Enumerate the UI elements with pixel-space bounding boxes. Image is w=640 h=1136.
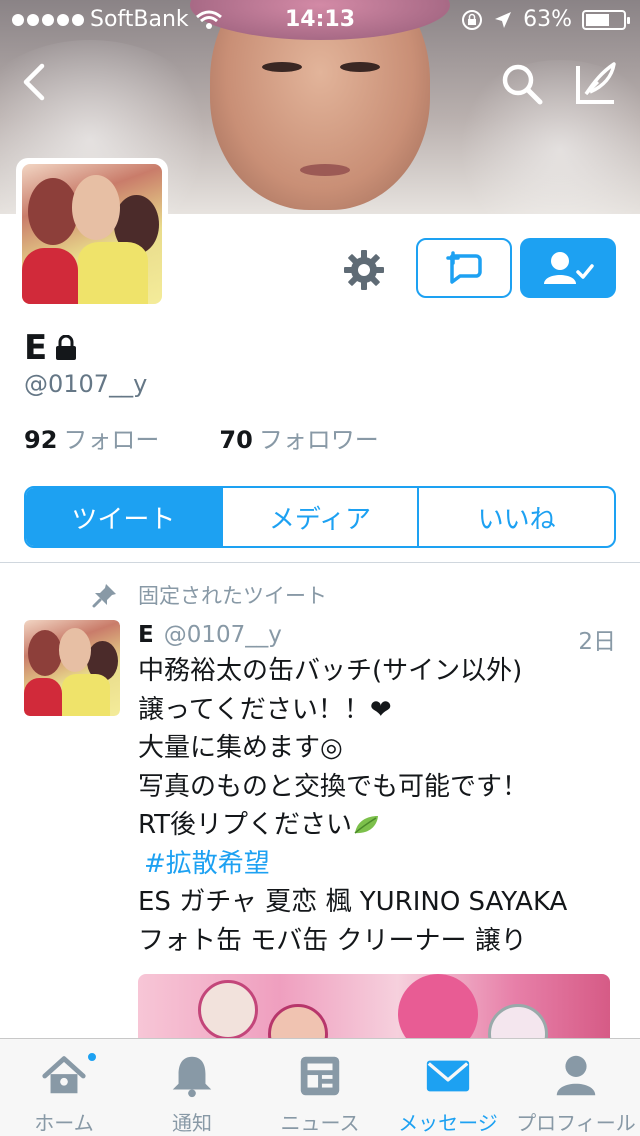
banner-photo-eye [262,62,302,72]
chevron-left-icon[interactable] [14,60,54,104]
envelope-icon [426,1060,470,1092]
tweet-line: 譲ってください！！❤ [138,694,392,725]
tab-tweets[interactable]: ツイート [26,488,221,546]
tweet-line: RT後リプください [138,810,353,840]
pinned-tweet-label: 固定されたツイート [92,580,327,610]
banner-photo-eye [340,62,380,72]
gear-icon[interactable] [340,246,388,294]
rotation-lock-icon [462,9,483,30]
person-icon [556,1055,596,1096]
direct-message-button[interactable] [416,238,512,298]
following-count[interactable]: 92 フォロー [24,420,159,455]
tab-notifications[interactable]: 通知 [128,1039,256,1136]
tab-media[interactable]: メディア [220,488,418,546]
tweet-line: 写真のものと交換でも可能です！ [138,771,529,802]
following-button[interactable] [520,238,616,298]
tab-label: ニュース [280,1111,360,1135]
tab-profile[interactable]: プロフィール [512,1039,640,1136]
tweet-line: 大量に集めます◎ [138,733,343,763]
status-right: 63% [461,7,630,32]
tab-label: メッセージ [398,1111,498,1135]
tweet-line: ES ガチャ 夏恋 楓 YURINO SAYAKA [138,887,568,917]
news-icon [300,1056,340,1096]
battery-icon [582,9,630,30]
tweet-text[interactable]: 中務裕太の缶バッチ(サイン以外) 譲ってください！！❤ 大量に集めます◎ 写真の… [138,652,616,960]
tab-messages[interactable]: メッセージ [384,1039,512,1136]
avatar-photo [22,164,162,304]
hashtag-link[interactable]: #拡散希望 [138,845,616,884]
tweet-author-handle[interactable]: @0107__y [164,622,282,656]
tweet-media-image[interactable] [138,974,610,1044]
avatar-photo [24,620,120,716]
compose-icon[interactable] [572,60,620,108]
tab-likes[interactable]: いいね [417,488,614,546]
tab-label: プロフィール [516,1111,636,1135]
tweet-avatar[interactable] [24,620,120,716]
divider [0,562,640,563]
pinned-label-text: 固定されたツイート [138,584,327,608]
tweet-line: 中務裕太の缶バッチ(サイン以外) [138,656,523,686]
tab-news[interactable]: ニュース [256,1039,384,1136]
tab-label: 通知 [172,1111,212,1135]
tweet-line: フォト缶 モバ缶 クリーナー 譲り [138,925,527,956]
status-bar: SoftBank 14:13 63% [0,0,640,40]
tweet-line-with-emoji: RT後リプください [138,806,616,845]
tweet-header: E @0107__y 2日 [138,622,616,656]
display-name: E [24,328,48,368]
pin-icon [92,584,116,608]
profile-name: E [24,328,77,368]
follow-counts: 92 フォロー 70 フォロワー [24,420,379,455]
profile-tabs: ツイート メディア いいね [24,486,616,548]
tweet-date: 2日 [578,629,616,655]
new-content-badge [86,1051,98,1063]
followers-count[interactable]: 70 フォロワー [219,420,378,455]
user-check-icon [544,252,594,284]
profile-avatar[interactable] [16,158,168,310]
dm-add-icon [446,251,482,284]
banner-photo-mouth [300,164,350,176]
home-icon [42,1056,86,1094]
bell-icon [172,1056,212,1098]
tab-label: ホーム [34,1111,94,1135]
tab-home[interactable]: ホーム [0,1039,128,1136]
leaf-emoji-icon [354,816,379,834]
profile-handle: @0107__y [24,370,148,398]
battery-percent: 63% [523,7,572,32]
bottom-tab-bar: ホーム 通知 ニュース メッセージ プロフィール [0,1038,640,1136]
lock-icon [56,335,77,360]
search-icon[interactable] [498,60,546,108]
tweet-author-name[interactable]: E [138,622,154,656]
location-arrow-icon [495,11,512,28]
